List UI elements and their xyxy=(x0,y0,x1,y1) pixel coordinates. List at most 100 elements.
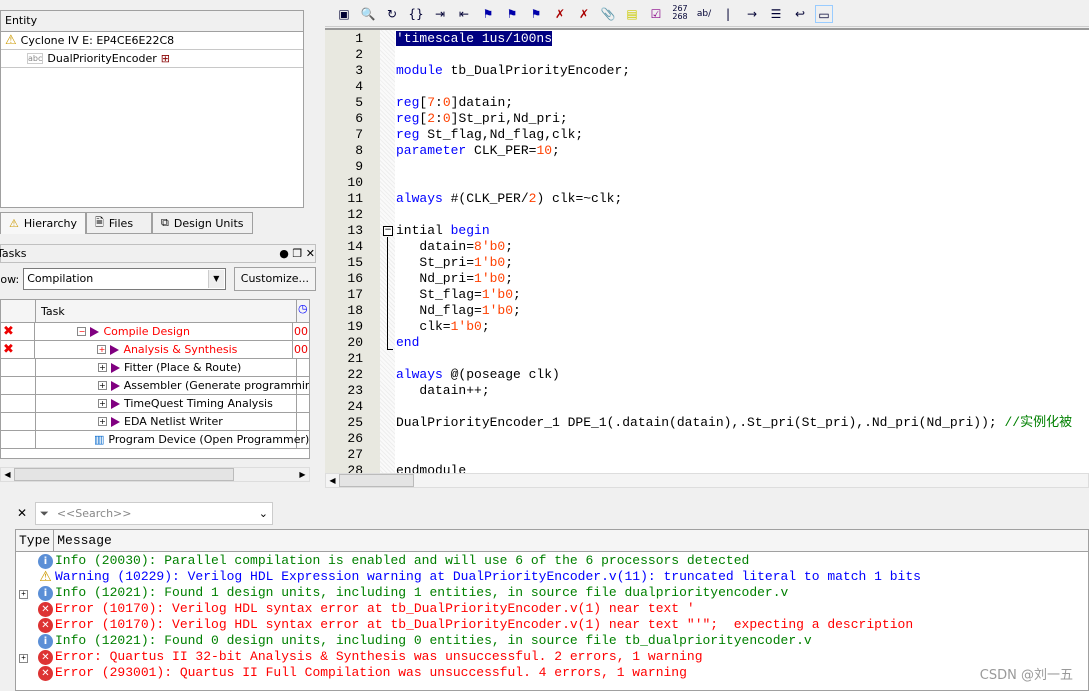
goto-line-icon[interactable]: 267 268 xyxy=(671,4,689,23)
message-row[interactable]: + ✕ Error: Quartus II 32-bit Analysis & Sy… xyxy=(16,649,1088,665)
code-line[interactable]: parameter CLK_PER=10; xyxy=(396,143,1072,159)
lines-icon[interactable]: ☰ xyxy=(767,5,785,23)
task-row[interactable]: ✖ − Compile Design 00 xyxy=(1,323,309,341)
status-column-header[interactable] xyxy=(1,300,36,322)
fold-collapse-icon[interactable]: − xyxy=(383,226,393,236)
replace-icon[interactable]: ↻ xyxy=(383,5,401,23)
message-row[interactable]: ✕ Error (10170): Verilog HDL syntax error… xyxy=(16,601,1088,617)
code-line[interactable]: module tb_DualPriorityEncoder; xyxy=(396,63,1072,79)
type-column-header[interactable]: Type xyxy=(16,530,55,551)
code-content[interactable]: 'timescale 1us/100ns module tb_DualPrior… xyxy=(396,31,1072,473)
unindent-icon[interactable]: ⇤ xyxy=(455,5,473,23)
code-editor[interactable]: 1 2 3 4 5 6 7 8 9 10 11 12 13 14 15 16 17 18 19 20 21 22 23 24 2… xyxy=(325,28,1089,473)
code-line[interactable]: datain=8'b0; xyxy=(396,239,1072,255)
task-row[interactable]: ✖ + Analysis & Synthesis 00 xyxy=(1,341,309,359)
code-line[interactable] xyxy=(396,351,1072,367)
editor-mode-icon[interactable]: ▭ xyxy=(815,4,833,23)
code-line[interactable]: always #(CLK_PER/2) clk=~clk; xyxy=(396,191,1072,207)
chevron-down-icon[interactable]: ⌄ xyxy=(259,507,268,520)
save-window-icon[interactable]: ▣ xyxy=(335,5,353,23)
expand-icon[interactable]: + xyxy=(98,363,107,372)
filter-icon[interactable]: ⏷ xyxy=(40,507,49,521)
message-row[interactable]: i Info (20030): Parallel compilation is e… xyxy=(16,553,1088,569)
code-line[interactable]: always @(poseage clk) xyxy=(396,367,1072,383)
flow-select[interactable]: Compilation ▼ xyxy=(23,268,226,290)
indent-icon[interactable]: ⇥ xyxy=(431,5,449,23)
scroll-right-icon[interactable]: ▶ xyxy=(296,468,309,481)
message-row[interactable]: ⚠ Warning (10229): Verilog HDL Expression… xyxy=(16,569,1088,585)
restore-icon[interactable]: ❐ xyxy=(292,247,302,260)
collapse-icon[interactable]: − xyxy=(77,327,87,336)
code-line[interactable] xyxy=(396,79,1072,95)
code-line[interactable]: DualPriorityEncoder_1 DPE_1(.datain(data… xyxy=(396,415,1072,431)
code-line[interactable]: reg St_flag,Nd_flag,clk; xyxy=(396,127,1072,143)
abc-icon[interactable]: ab/ xyxy=(695,5,713,23)
expand-icon[interactable]: + xyxy=(19,654,28,663)
code-line[interactable] xyxy=(396,431,1072,447)
entity-column-header[interactable]: Entity xyxy=(1,11,303,32)
message-row[interactable]: i Info (12021): Found 0 design units, inc… xyxy=(16,633,1088,649)
play-icon[interactable] xyxy=(110,344,120,355)
braces-icon[interactable]: {} xyxy=(407,5,425,23)
tab-arrow-icon[interactable]: → xyxy=(743,5,761,23)
code-line[interactable] xyxy=(396,47,1072,63)
editor-hscrollbar[interactable]: ◀ xyxy=(325,473,1089,488)
scroll-thumb[interactable] xyxy=(14,468,234,481)
code-line[interactable]: reg[2:0]St_pri,Nd_pri; xyxy=(396,111,1072,127)
delete-bookmark-icon[interactable]: ✗ xyxy=(551,5,569,23)
code-line[interactable] xyxy=(396,159,1072,175)
message-column-header[interactable]: Message xyxy=(54,530,1088,551)
customize-button[interactable]: Customize... xyxy=(233,267,316,291)
play-icon[interactable] xyxy=(90,326,100,337)
tab-design-units[interactable]: ⧉ Design Units xyxy=(152,212,253,234)
expand-icon[interactable]: + xyxy=(19,590,28,599)
template-icon[interactable]: ▤ xyxy=(623,5,641,23)
code-line[interactable] xyxy=(396,175,1072,191)
close-icon[interactable]: ✕ xyxy=(17,506,27,520)
bookmark-icon[interactable]: ⚑ xyxy=(479,5,497,23)
task-row[interactable]: ▥ Program Device (Open Programmer) xyxy=(1,431,309,449)
check-icon[interactable]: ☑ xyxy=(647,5,665,23)
play-icon[interactable] xyxy=(111,398,120,409)
play-icon[interactable] xyxy=(110,380,120,391)
code-line[interactable]: endmodule xyxy=(396,463,1072,473)
tab-files[interactable]: 🗎 Files xyxy=(86,212,153,234)
task-row[interactable]: + Fitter (Place & Route) xyxy=(1,359,309,377)
task-row[interactable]: + TimeQuest Timing Analysis xyxy=(1,395,309,413)
message-row[interactable]: ✕ Error (293001): Quartus II Full Compila… xyxy=(16,665,1088,681)
task-row[interactable]: + Assembler (Generate programming files) xyxy=(1,377,309,395)
wrap-icon[interactable]: ↩ xyxy=(791,5,809,23)
play-icon[interactable] xyxy=(111,362,120,373)
code-line[interactable]: clk=1'b0; xyxy=(396,319,1072,335)
tab-hierarchy[interactable]: ⚠ Hierarchy xyxy=(0,212,87,234)
message-row[interactable]: ✕ Error (10170): Verilog HDL syntax error… xyxy=(16,617,1088,633)
code-line[interactable]: 'timescale 1us/100ns xyxy=(396,31,1072,47)
code-line[interactable] xyxy=(396,207,1072,223)
play-icon[interactable] xyxy=(111,416,120,427)
expand-icon[interactable]: + xyxy=(98,381,107,390)
code-line[interactable]: St_flag=1'b0; xyxy=(396,287,1072,303)
chevron-down-icon[interactable]: ▼ xyxy=(207,270,224,288)
task-column-header[interactable]: Task xyxy=(36,300,297,322)
scroll-left-icon[interactable]: ◀ xyxy=(1,468,14,481)
code-line[interactable]: reg[7:0]datain; xyxy=(396,95,1072,111)
expand-icon[interactable]: + xyxy=(98,417,107,426)
next-bookmark-icon[interactable]: ⚑ xyxy=(503,5,521,23)
code-line[interactable]: end xyxy=(396,335,1072,351)
find-icon[interactable]: 🔍 xyxy=(359,5,377,23)
code-line[interactable] xyxy=(396,399,1072,415)
entity-row[interactable]: abc DualPriorityEncoder ⊞ xyxy=(1,50,303,68)
device-row[interactable]: ⚠ Cyclone IV E: EP4CE6E22C8 xyxy=(1,32,303,50)
code-line[interactable]: datain++; xyxy=(396,383,1072,399)
close-icon[interactable]: ✕ xyxy=(306,247,315,260)
message-row[interactable]: + i Info (12021): Found 1 design units, in… xyxy=(16,585,1088,601)
message-search[interactable]: ⏷ <<Search>> ⌄ xyxy=(35,502,273,525)
pin-icon[interactable]: ● xyxy=(279,247,289,260)
attach-icon[interactable]: 📎 xyxy=(599,5,617,23)
task-hscrollbar[interactable]: ◀ ▶ xyxy=(0,467,310,482)
scroll-left-icon[interactable]: ◀ xyxy=(326,474,339,487)
task-row[interactable]: + EDA Netlist Writer xyxy=(1,413,309,431)
code-line[interactable]: Nd_pri=1'b0; xyxy=(396,271,1072,287)
delete-all-bookmarks-icon[interactable]: ✗ xyxy=(575,5,593,23)
code-line[interactable]: Nd_flag=1'b0; xyxy=(396,303,1072,319)
